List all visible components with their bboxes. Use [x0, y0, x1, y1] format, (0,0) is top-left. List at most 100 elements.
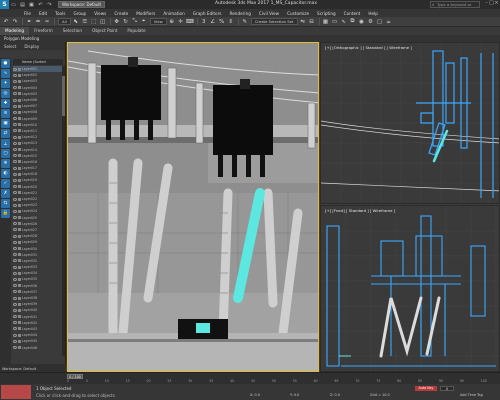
open-folder-icon[interactable]: ▤ — [19, 1, 26, 8]
explorer-scrollbar[interactable] — [62, 66, 65, 356]
explorer-column-header[interactable]: Name (Sorted Ascending) — [13, 59, 63, 70]
menu-views[interactable]: Views — [90, 11, 110, 16]
visibility-eye-icon[interactable] — [13, 308, 17, 312]
curve-editor-icon[interactable]: ∿ — [340, 18, 348, 26]
redo-icon[interactable]: ↷ — [11, 18, 19, 26]
visibility-eye-icon[interactable] — [13, 154, 17, 158]
visibility-eye-icon[interactable] — [13, 271, 17, 275]
angle-snap-icon[interactable]: ∠ — [209, 18, 217, 26]
helpers-filter-icon[interactable]: ✚ — [1, 99, 10, 108]
add-time-tag[interactable]: Add Time Tag — [460, 393, 483, 397]
menu-help[interactable]: Help — [364, 11, 382, 16]
visibility-eye-icon[interactable] — [13, 315, 17, 319]
visibility-eye-icon[interactable] — [13, 92, 17, 96]
unlink-icon[interactable]: ⚮ — [34, 18, 42, 26]
viewport-label-orthographic[interactable]: [+] [Orthographic ] [ Standard ] [ Wiref… — [325, 45, 412, 50]
named-selection-set-dropdown[interactable]: Create Selection Set — [250, 18, 298, 25]
visibility-eye-icon[interactable] — [13, 73, 17, 77]
selection-filter-dropdown[interactable]: All — [58, 18, 71, 25]
viewport-front[interactable]: [+] [Front] [ Standard ] [ Wireframe ] — [320, 205, 500, 372]
frozen-filter-icon[interactable]: ❄ — [1, 159, 10, 168]
save-icon[interactable]: ▣ — [28, 1, 35, 8]
undo-icon[interactable]: ↶ — [2, 18, 10, 26]
spacewarps-filter-icon[interactable]: ≋ — [1, 109, 10, 118]
visibility-eye-icon[interactable] — [13, 172, 17, 176]
visibility-eye-icon[interactable] — [13, 135, 17, 139]
rendered-frame-window-icon[interactable]: ▢ — [376, 18, 384, 26]
scale-icon[interactable]: ⤡ — [131, 18, 139, 26]
groups-filter-icon[interactable]: ▣ — [1, 119, 10, 128]
menu-scripting[interactable]: Scripting — [313, 11, 340, 16]
visibility-eye-icon[interactable] — [13, 197, 17, 201]
visibility-eye-icon[interactable] — [13, 302, 17, 306]
display-all-icon[interactable]: ✓ — [1, 179, 10, 188]
menu-graph-editors[interactable]: Graph Editors — [189, 11, 226, 16]
maxscript-listener[interactable] — [1, 385, 31, 399]
viewport-perspective[interactable] — [67, 42, 319, 372]
visibility-eye-icon[interactable] — [13, 284, 17, 288]
visibility-eye-icon[interactable] — [13, 296, 17, 300]
placement-icon[interactable]: ⌖ — [140, 18, 148, 26]
geometry-filter-icon[interactable]: ● — [1, 59, 10, 68]
visibility-eye-icon[interactable] — [13, 117, 17, 121]
edit-named-selection-icon[interactable]: ✎ — [241, 18, 249, 26]
visibility-eye-icon[interactable] — [13, 216, 17, 220]
visibility-eye-icon[interactable] — [13, 209, 17, 213]
menu-rendering[interactable]: Rendering — [226, 11, 255, 16]
visibility-eye-icon[interactable] — [13, 277, 17, 281]
visibility-eye-icon[interactable] — [13, 148, 17, 152]
auto-key-button[interactable]: Auto Key — [415, 386, 437, 391]
material-editor-icon[interactable]: ◉ — [358, 18, 366, 26]
visibility-eye-icon[interactable] — [13, 79, 17, 83]
cameras-filter-icon[interactable]: ◎ — [1, 89, 10, 98]
current-frame-field[interactable]: 0 — [440, 386, 454, 391]
explorer-tab-display[interactable]: Display — [20, 44, 43, 49]
schematic-view-icon[interactable]: ⧉ — [349, 18, 357, 26]
menu-edit[interactable]: Edit — [35, 11, 51, 16]
undo-icon[interactable]: ↶ — [37, 1, 44, 8]
toggle-ribbon-icon[interactable]: ▭ — [331, 18, 339, 26]
tab-selection[interactable]: Selection — [58, 27, 87, 35]
render-production-icon[interactable]: ☕ — [385, 18, 393, 26]
visibility-eye-icon[interactable] — [13, 123, 17, 127]
display-none-icon[interactable]: ✗ — [1, 189, 10, 198]
bones-filter-icon[interactable]: ⟂ — [1, 139, 10, 148]
visibility-eye-icon[interactable] — [13, 234, 17, 238]
x-coordinate[interactable]: X: 0.0 — [250, 393, 260, 397]
viewport-orthographic[interactable]: [+] [Orthographic ] [ Standard ] [ Wiref… — [320, 42, 500, 204]
visibility-eye-icon[interactable] — [13, 259, 17, 263]
menu-modifiers[interactable]: Modifiers — [132, 11, 159, 16]
viewport-label-front[interactable]: [+] [Front] [ Standard ] [ Wireframe ] — [325, 208, 395, 213]
visibility-eye-icon[interactable] — [13, 265, 17, 269]
ribbon-panel-label[interactable]: Polygon Modeling — [0, 35, 500, 42]
scrollbar-thumb[interactable] — [62, 76, 65, 116]
select-by-name-icon[interactable]: ☰ — [81, 18, 89, 26]
pivot-center-icon[interactable]: ⊕ — [168, 18, 176, 26]
keyboard-shortcut-icon[interactable]: ⌨ — [186, 18, 194, 26]
rectangular-selection-icon[interactable]: ⬚ — [90, 18, 98, 26]
list-item[interactable]: Layer046 — [13, 344, 63, 350]
bind-space-warp-icon[interactable]: ≈ — [43, 18, 51, 26]
invert-display-icon[interactable]: ⇆ — [1, 199, 10, 208]
render-setup-icon[interactable]: ⚙ — [367, 18, 375, 26]
workspace-dropdown[interactable]: Workspace: Default — [58, 1, 106, 8]
snaps-toggle-icon[interactable]: 3 — [200, 18, 208, 26]
visibility-eye-icon[interactable] — [13, 247, 17, 251]
xrefs-filter-icon[interactable]: ⇄ — [1, 129, 10, 138]
visibility-eye-icon[interactable] — [13, 98, 17, 102]
visibility-eye-icon[interactable] — [13, 346, 17, 350]
z-coordinate[interactable]: Z: 0.0 — [330, 393, 340, 397]
visibility-eye-icon[interactable] — [13, 166, 17, 170]
shapes-filter-icon[interactable]: ∿ — [1, 69, 10, 78]
visibility-eye-icon[interactable] — [13, 222, 17, 226]
y-coordinate[interactable]: Y: 0.0 — [290, 393, 299, 397]
select-manipulate-icon[interactable]: ✛ — [177, 18, 185, 26]
visibility-eye-icon[interactable] — [13, 185, 17, 189]
visibility-eye-icon[interactable] — [13, 178, 17, 182]
app-logo[interactable]: S — [0, 0, 9, 9]
timeline[interactable]: 0 / 100 0 5 10 15 20 25 30 35 40 45 50 55 60 65 70 75 80… — [0, 372, 500, 384]
menu-customize[interactable]: Customize — [283, 11, 313, 16]
hidden-filter-icon[interactable]: ◐ — [1, 169, 10, 178]
tab-freeform[interactable]: Freeform — [29, 27, 58, 35]
containers-filter-icon[interactable]: ▢ — [1, 149, 10, 158]
